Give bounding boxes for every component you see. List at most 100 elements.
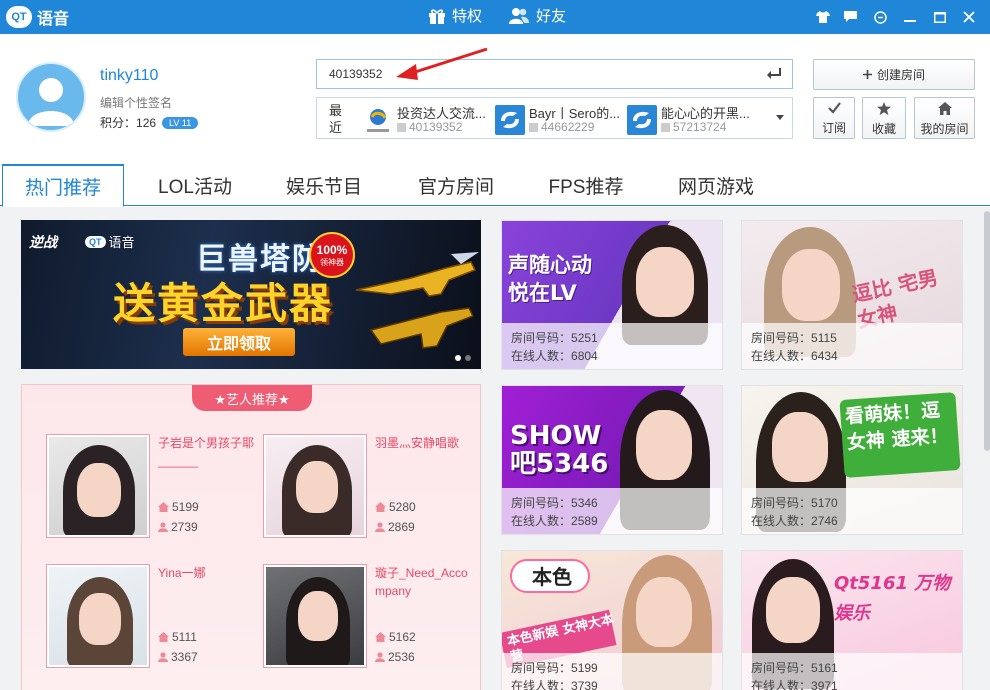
room-info: 房间号码：5199 在线人数：3739 <box>502 653 722 690</box>
artist-name[interactable]: Yina一娜 <box>158 564 254 582</box>
main-menu-button[interactable] <box>870 8 890 26</box>
home-icon <box>158 502 169 512</box>
room-card[interactable]: 看萌妹！逗女神 速来！ 房间号码：5170 在线人数：2746 <box>741 385 963 535</box>
room-overlay-text: 看萌妹！逗女神 速来！ <box>844 399 950 454</box>
recent-room-item[interactable]: 投资达人交流... 40139352 <box>363 103 491 135</box>
tab-entertainment[interactable]: 娱乐节目 <box>270 164 378 206</box>
recent-room-item[interactable]: 能心心的开黑... 57213724 <box>627 103 755 135</box>
artist-card[interactable]: 子岩是个男孩子耶______ 5199 2739 <box>46 434 256 544</box>
check-icon <box>827 102 841 114</box>
enter-icon[interactable] <box>766 67 782 81</box>
minimize-button[interactable] <box>900 8 920 26</box>
artist-card[interactable]: Yina一娜 5111 3367 <box>46 564 256 674</box>
create-room-label: 创建房间 <box>876 68 925 82</box>
artist-name[interactable]: 子岩是个男孩子耶______ <box>158 434 254 470</box>
recent-room-item[interactable]: Bayr丨Sero的... 44662229 <box>495 103 623 135</box>
room-default-icon <box>495 105 525 135</box>
banner-headline: 送黄金武器 <box>113 279 334 328</box>
level-badge: LV 11 <box>162 116 199 129</box>
subscribe-button[interactable]: 订阅 <box>813 97 855 139</box>
room-search-box <box>316 59 793 89</box>
my-room-label: 我的房间 <box>920 122 969 136</box>
create-room-button[interactable]: 创建房间 <box>813 59 975 90</box>
shirt-icon <box>816 11 830 23</box>
signature-edit[interactable]: 编辑个性签名 <box>100 94 172 111</box>
promo-banner[interactable]: 逆战 QT 语音 巨兽塔防 100% 领神器 送黄金武器 立即领取 <box>21 220 481 369</box>
app-logo: QT 语音 <box>6 5 69 29</box>
nav-friends[interactable]: 好友 <box>508 5 566 26</box>
room-card[interactable]: 本色 本色新娱 女神大本营 房间号码：5199 在线人数：3739 <box>501 550 723 690</box>
room-search-input[interactable] <box>317 60 737 88</box>
room-online: 3739 <box>571 679 598 690</box>
investment-logo-icon <box>363 105 393 135</box>
artist-recommend-panel: ★艺人推荐★ 子岩是个男孩子耶______ 5199 2739 羽墨灬安静唱歌 … <box>21 384 481 690</box>
room-number: 5199 <box>571 661 598 675</box>
artist-card[interactable]: 羽墨灬安静唱歌 5280 2869 <box>263 434 473 544</box>
room-online: 6434 <box>811 349 838 363</box>
tab-web-games[interactable]: 网页游戏 <box>662 164 770 206</box>
score-label: 积分： <box>100 116 137 130</box>
room-online: 6804 <box>571 349 598 363</box>
artist-name[interactable]: 羽墨灬安静唱歌 <box>375 434 471 452</box>
user-icon <box>375 522 385 532</box>
title-bar: QT 语音 特权 好友 <box>0 0 990 34</box>
room-number: 5161 <box>811 661 838 675</box>
avatar[interactable] <box>16 62 86 132</box>
banner-claim-button[interactable]: 立即领取 <box>183 328 295 356</box>
tab-fps[interactable]: FPS推荐 <box>533 164 639 206</box>
star-icon <box>877 102 891 115</box>
room-overlay-text: 声随心动 悦在LV <box>508 253 592 305</box>
menu-icon <box>873 10 887 24</box>
chevron-down-icon[interactable] <box>776 115 784 120</box>
tab-lol[interactable]: LOL活动 <box>140 164 250 206</box>
skin-button[interactable] <box>813 8 833 26</box>
recent-label: 最近 <box>329 103 343 135</box>
room-online: 2746 <box>811 514 838 528</box>
scrollbar[interactable] <box>984 211 990 451</box>
artist-room: 5199 <box>158 500 199 514</box>
carousel-dot[interactable] <box>455 355 461 361</box>
my-room-button[interactable]: 我的房间 <box>914 97 975 139</box>
room-card[interactable]: Qt5161 万物娱乐 房间号码：5161 在线人数：3971 <box>741 550 963 690</box>
room-number: 5251 <box>571 331 598 345</box>
maximize-button[interactable] <box>930 8 950 26</box>
score: 积分： 126 LV 11 <box>100 114 199 131</box>
artist-card[interactable]: 璇子_Need_Accompany 5162 2536 <box>263 564 473 674</box>
username[interactable]: tinky110 <box>100 67 158 85</box>
room-online: 3971 <box>811 679 838 690</box>
room-overlay-text: Qt5161 万物娱乐 <box>834 573 951 624</box>
room-card[interactable]: SHOW 吧5346 房间号码：5346 在线人数：2589 <box>501 385 723 535</box>
artist-room: 5280 <box>375 500 416 514</box>
close-button[interactable] <box>959 8 979 26</box>
tab-official[interactable]: 官方房间 <box>402 164 510 206</box>
message-button[interactable] <box>840 8 860 26</box>
recent-rooms: 最近 投资达人交流... 40139352 Bayr丨Sero的... 4466… <box>316 97 793 139</box>
content-area: 逆战 QT 语音 巨兽塔防 100% 领神器 送黄金武器 立即领取 ★艺人推荐★… <box>0 207 990 690</box>
artist-online: 3367 <box>158 650 198 664</box>
artist-room: 5111 <box>158 630 197 644</box>
room-number: 5115 <box>811 331 837 345</box>
recent-room-id: 57213724 <box>661 120 726 134</box>
favorite-button[interactable]: 收藏 <box>862 97 906 139</box>
nav-privilege[interactable]: 特权 <box>428 5 482 26</box>
carousel-dots[interactable] <box>455 355 471 361</box>
artist-name[interactable]: 璇子_Need_Accompany <box>375 564 471 600</box>
user-icon <box>158 522 168 532</box>
room-info: 房间号码：5346 在线人数：2589 <box>502 488 722 534</box>
favorite-label: 收藏 <box>871 122 896 136</box>
artist-recommend-title: ★艺人推荐★ <box>192 385 312 411</box>
home-icon <box>375 632 386 642</box>
annotation-arrow-icon <box>396 47 488 80</box>
gift-icon <box>429 8 445 24</box>
id-icon <box>397 123 406 132</box>
room-info: 房间号码：5161 在线人数：3971 <box>742 653 962 690</box>
tab-hot[interactable]: 热门推荐 <box>2 164 124 207</box>
recent-room-id: 44662229 <box>529 120 594 134</box>
plus-icon <box>862 70 872 79</box>
room-card[interactable]: 逗比 宅男女神 房间号码：5115 在线人数：6434 <box>741 220 963 370</box>
room-card[interactable]: 声随心动 悦在LV 房间号码：5251 在线人数：6804 <box>501 220 723 370</box>
carousel-dot[interactable] <box>465 355 471 361</box>
qt-logo-icon: QT <box>85 235 106 248</box>
nav-privilege-label: 特权 <box>452 8 483 25</box>
banner-brand-qt: QT 语音 <box>85 232 135 251</box>
